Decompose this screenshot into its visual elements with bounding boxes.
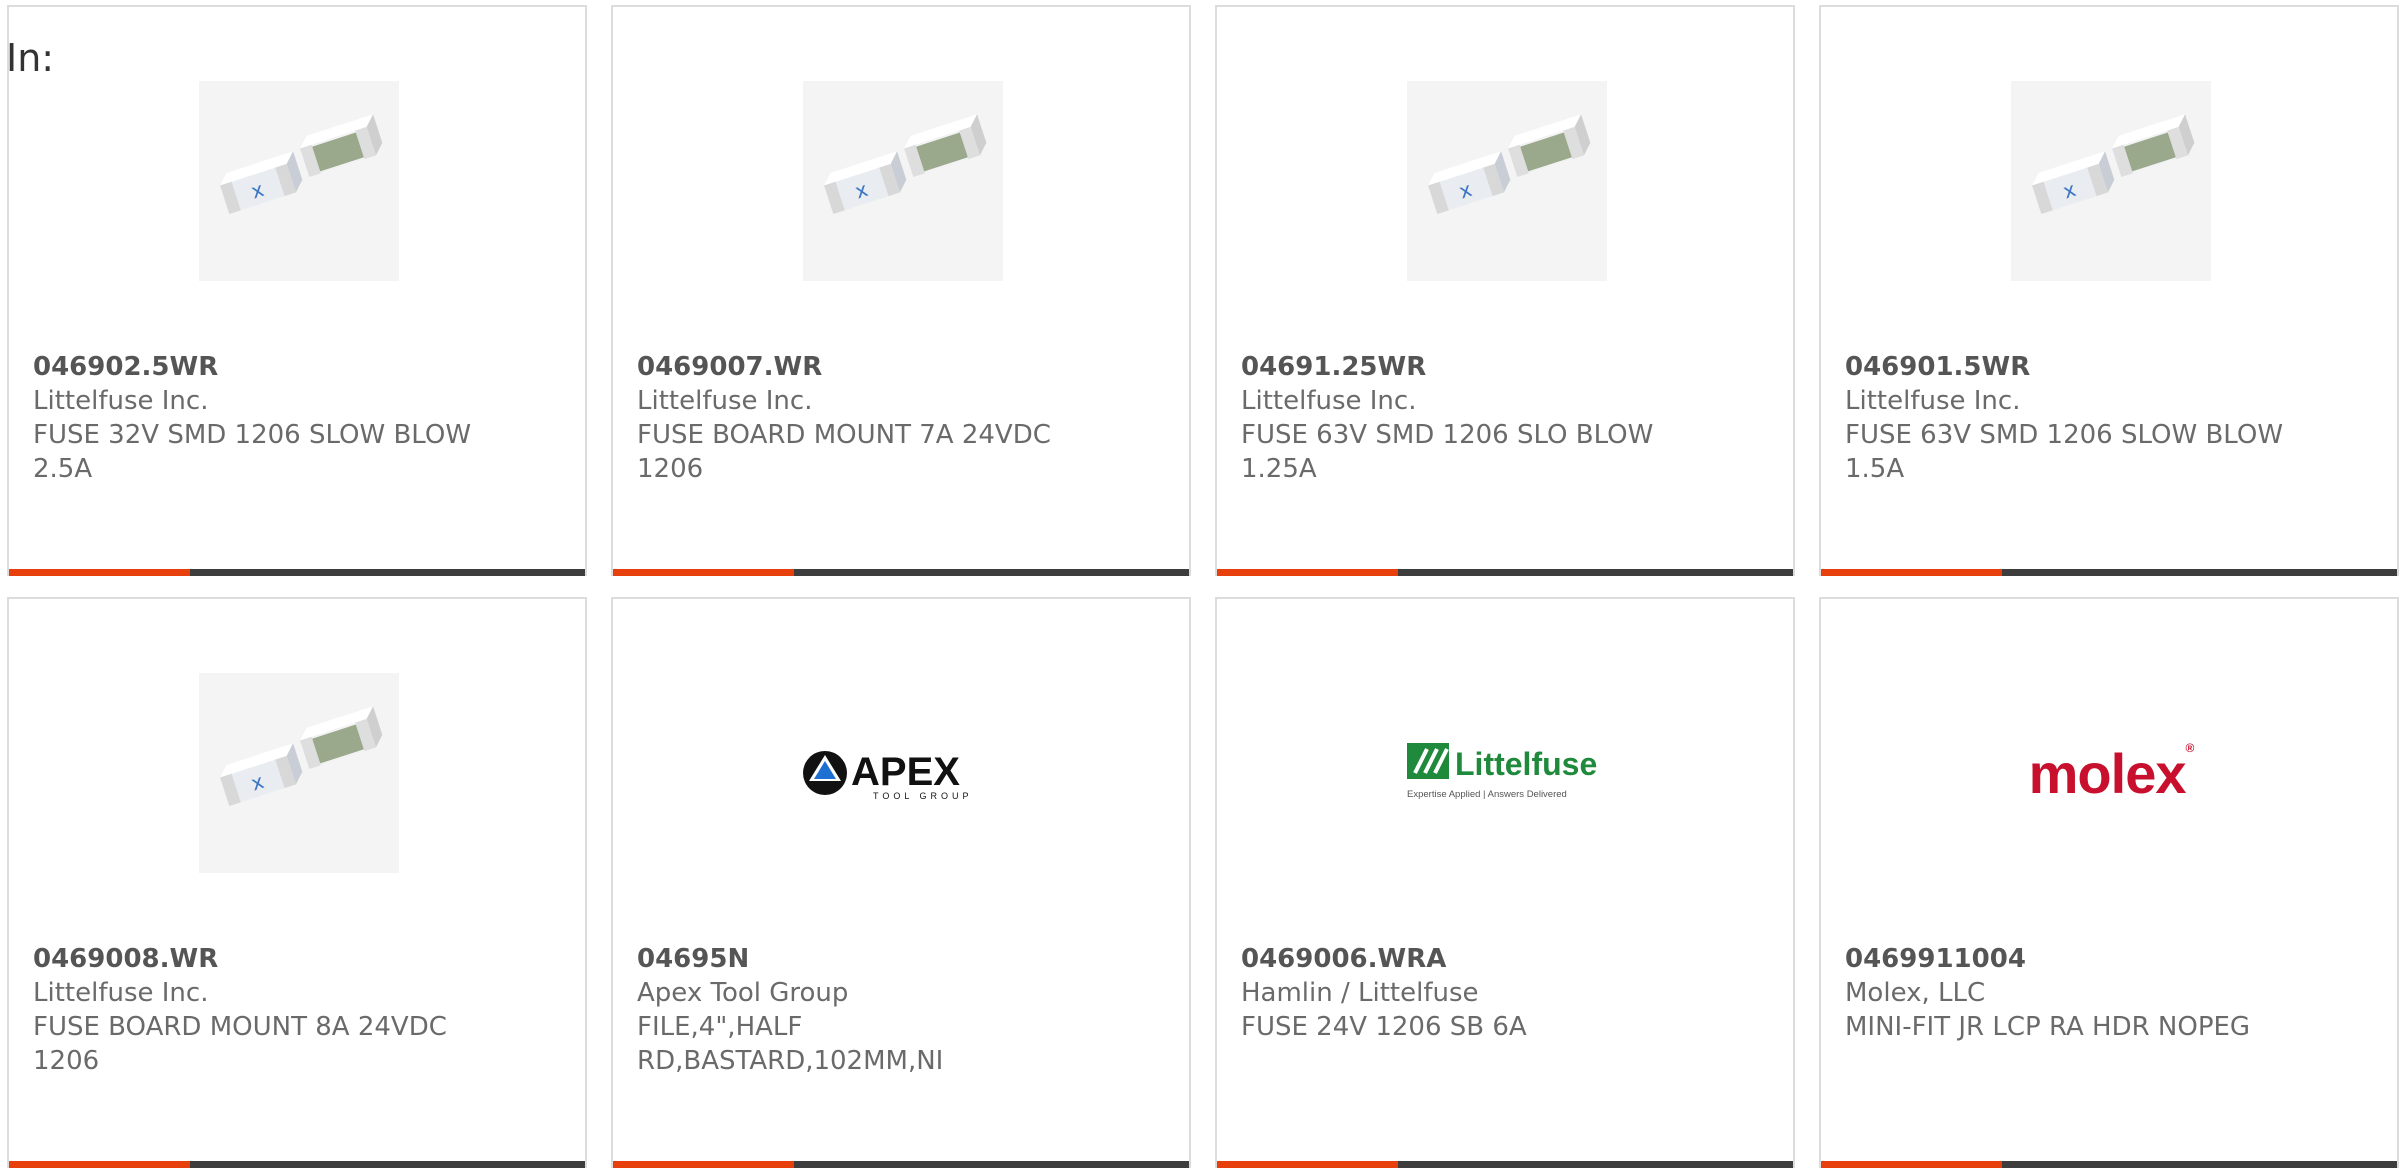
product-description: FILE,4",HALF RD,BASTARD,102MM,NI [637,1012,944,1076]
product-card[interactable]: molex® 0469911004 Molex, LLC MINI-FIT JR… [1819,597,2399,1168]
product-description: FUSE 32V SMD 1206 SLOW BLOW 2.5A [33,420,472,484]
smd-fuse-icon: x [1428,114,1591,215]
product-image[interactable]: APEX TOOL GROUP [803,673,1003,873]
product-card[interactable]: Littelfuse Expertise Applied | Answers D… [1215,597,1795,1168]
card-footer-bar [613,1161,1189,1168]
product-card[interactable]: APEX TOOL GROUP 04695N Apex Tool Group F… [611,597,1191,1168]
manufacturer: Molex, LLC [1845,978,1986,1008]
product-image[interactable]: x [199,673,399,873]
part-number[interactable]: 0469007.WR [637,350,1107,384]
littelfuse-logo-icon: Littelfuse Expertise Applied | Answers D… [1407,743,1597,800]
product-description: FUSE 63V SMD 1206 SLOW BLOW 1.5A [1845,420,2284,484]
product-description: FUSE BOARD MOUNT 8A 24VDC 1206 [33,1012,447,1076]
card-footer-bar [1821,1161,2397,1168]
card-footer-bar [1821,569,2397,576]
card-footer-bar [1217,569,1793,576]
svg-text:TOOL GROUP: TOOL GROUP [873,791,973,801]
product-image[interactable]: molex® [2011,673,2211,873]
card-accent [613,569,794,576]
part-number[interactable]: 0469006.WRA [1241,942,1711,976]
product-card[interactable]: x 04691.25WR Littelfuse Inc. FUSE 63V SM… [1215,5,1795,576]
product-card[interactable]: x 046901.5WR Littelfuse Inc. FUSE 63V SM… [1819,5,2399,576]
product-card[interactable]: x 046902.5WR Littelfuse Inc. FUSE 32V SM… [7,5,587,576]
manufacturer: Littelfuse Inc. [1845,386,2021,416]
manufacturer: Littelfuse Inc. [1241,386,1417,416]
smd-fuse-icon: x [824,114,987,215]
smd-fuse-icon: x [220,706,383,807]
card-footer-bar [9,569,585,576]
smd-fuse-icon: x [2032,114,2195,215]
manufacturer: Littelfuse Inc. [33,386,209,416]
product-image[interactable]: x [199,81,399,281]
svg-text:APEX: APEX [851,750,960,794]
product-grid: x 046902.5WR Littelfuse Inc. FUSE 32V SM… [7,5,2399,1168]
product-image[interactable]: x [2011,81,2211,281]
smd-fuse-icon: x [220,114,383,215]
molex-logo-icon: molex® [2028,740,2195,805]
card-accent [9,1161,190,1168]
product-description: MINI-FIT JR LCP RA HDR NOPEG [1845,1012,2251,1042]
product-description: FUSE BOARD MOUNT 7A 24VDC 1206 [637,420,1051,484]
product-image[interactable]: Littelfuse Expertise Applied | Answers D… [1407,673,1607,873]
product-card[interactable]: x 0469007.WR Littelfuse Inc. FUSE BOARD … [611,5,1191,576]
part-number[interactable]: 046902.5WR [33,350,503,384]
part-number[interactable]: 0469911004 [1845,942,2315,976]
svg-text:Littelfuse: Littelfuse [1455,746,1597,782]
filter-label: In: [6,36,55,80]
card-accent [613,1161,794,1168]
card-footer-bar [613,569,1189,576]
manufacturer: Littelfuse Inc. [637,386,813,416]
manufacturer: Hamlin / Littelfuse [1241,978,1479,1008]
product-description: FUSE 24V 1206 SB 6A [1241,1012,1527,1042]
card-accent [1821,569,2002,576]
product-card[interactable]: x 0469008.WR Littelfuse Inc. FUSE BOARD … [7,597,587,1168]
product-image[interactable]: x [803,81,1003,281]
card-accent [1217,569,1398,576]
part-number[interactable]: 04695N [637,942,1107,976]
apex-logo-icon: APEX TOOL GROUP [803,750,973,801]
card-footer-bar [9,1161,585,1168]
card-accent [1217,1161,1398,1168]
manufacturer: Littelfuse Inc. [33,978,209,1008]
card-accent [9,569,190,576]
product-image[interactable]: x [1407,81,1607,281]
part-number[interactable]: 046901.5WR [1845,350,2315,384]
svg-text:Expertise Applied | Answers De: Expertise Applied | Answers Delivered [1407,789,1567,800]
product-description: FUSE 63V SMD 1206 SLO BLOW 1.25A [1241,420,1654,484]
card-footer-bar [1217,1161,1793,1168]
part-number[interactable]: 0469008.WR [33,942,503,976]
manufacturer: Apex Tool Group [637,978,849,1008]
part-number[interactable]: 04691.25WR [1241,350,1711,384]
card-accent [1821,1161,2002,1168]
